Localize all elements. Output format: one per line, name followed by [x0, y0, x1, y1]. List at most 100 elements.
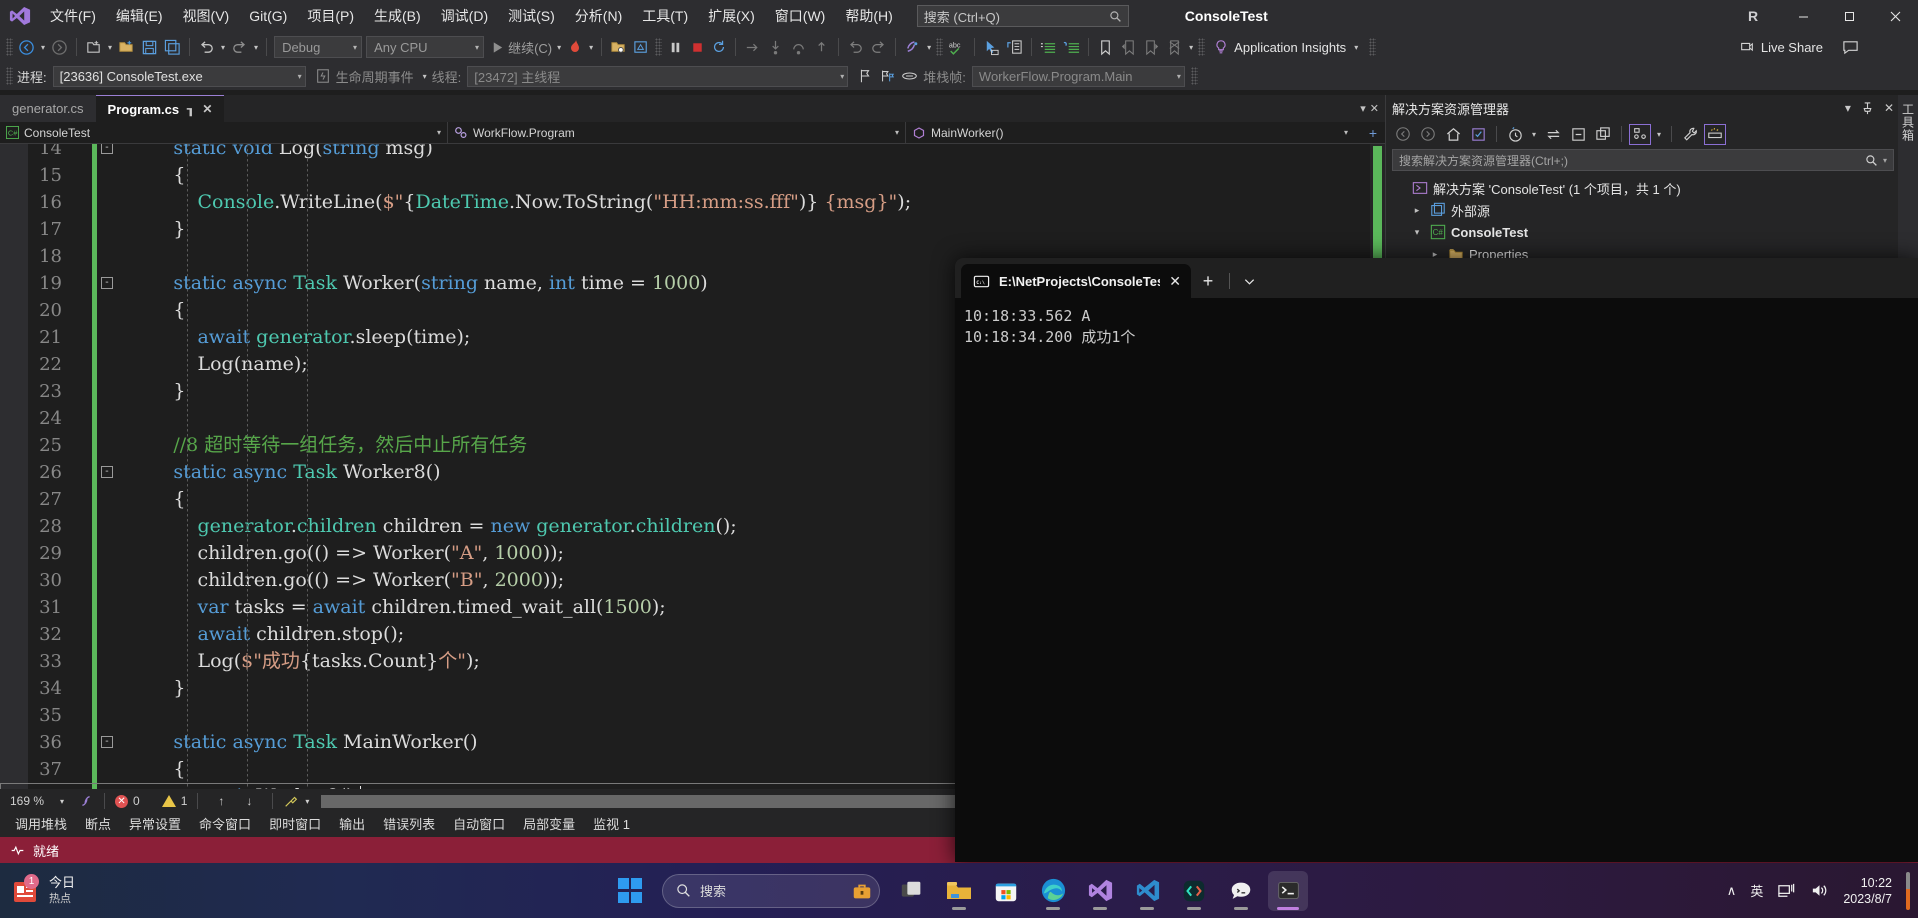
menu-edit[interactable]: 编辑(E) [106, 0, 173, 32]
continue-play-icon[interactable] [486, 35, 508, 59]
maximize-button[interactable] [1826, 0, 1872, 32]
chat-icon[interactable] [1221, 871, 1261, 911]
toolbar-grip-4[interactable] [1198, 38, 1206, 56]
collapse-region-icon[interactable]: - [101, 277, 113, 289]
previous-bookmark-icon[interactable] [1117, 35, 1140, 59]
feedback-icon[interactable] [1839, 35, 1862, 59]
code-text[interactable]: } [119, 216, 185, 243]
properties-wrench-icon[interactable] [1679, 124, 1701, 145]
code-text[interactable]: generator.children children = new genera… [119, 513, 736, 540]
code-text[interactable]: children.go(() => Worker("B", 2000)); [119, 567, 564, 594]
dock-tab-command-window[interactable]: 命令窗口 [190, 813, 260, 837]
menu-debug[interactable]: 调试(D) [431, 0, 498, 32]
intellicode-icon[interactable] [901, 35, 924, 59]
code-text[interactable]: children.go(() => Worker("A", 1000)); [119, 540, 563, 567]
intellicode-collapse[interactable]: ▾ [924, 43, 934, 52]
code-line[interactable]: 16 Console.WriteLine($"{DateTime.Now.ToS… [0, 189, 1385, 216]
close-panel-icon[interactable]: ✕ [1884, 101, 1894, 115]
glyph-margin[interactable] [72, 513, 92, 540]
menu-tools[interactable]: 工具(T) [632, 0, 698, 32]
uncomment-lines-icon[interactable] [1060, 35, 1083, 59]
breadcrumb-project[interactable]: C# ConsoleTest ▾ [0, 121, 448, 144]
step-over-icon[interactable] [787, 35, 810, 59]
volume-icon[interactable] [1810, 881, 1829, 900]
tray-expand-icon[interactable]: ∧ [1727, 883, 1737, 899]
spellcheck-icon[interactable]: abc [945, 35, 969, 59]
thread-select[interactable]: [23472] 主线程 ▾ [467, 65, 849, 87]
dock-tab-output[interactable]: 输出 [330, 813, 374, 837]
ime-indicator[interactable]: 英 [1750, 881, 1763, 900]
start-button[interactable] [610, 871, 650, 911]
widgets-button[interactable]: 1 今日 热点 [0, 873, 75, 908]
procbar-grip[interactable] [6, 67, 13, 85]
glyph-margin[interactable] [72, 162, 92, 189]
code-text[interactable]: static async Task Worker(string name, in… [119, 270, 707, 297]
menu-extensions[interactable]: 扩展(X) [698, 0, 765, 32]
sync-with-active-document-icon[interactable] [1542, 124, 1564, 145]
undo-nav-icon[interactable] [844, 35, 867, 59]
fold-margin[interactable] [97, 621, 119, 648]
expand-arrow-icon[interactable]: ▸ [1410, 205, 1424, 216]
application-insights-button[interactable]: Application Insights ▾ [1207, 35, 1367, 59]
show-next-statement-icon[interactable] [741, 35, 764, 59]
step-out-icon[interactable] [810, 35, 833, 59]
code-line[interactable]: 14 - static void Log(string msg) [0, 144, 1385, 162]
pin-tab-icon[interactable]: ┒ [187, 102, 194, 116]
glyph-margin[interactable] [72, 297, 92, 324]
flag-thread-icon[interactable] [854, 64, 876, 88]
nav-back-icon[interactable] [1392, 124, 1414, 145]
toolbar-grip-3[interactable] [936, 38, 944, 56]
fold-margin[interactable] [97, 432, 119, 459]
terminal-icon[interactable] [1268, 870, 1308, 911]
fold-margin[interactable] [97, 756, 119, 783]
panel-menu-icon[interactable]: ▾ [1845, 101, 1851, 115]
code-text[interactable]: await children.stop(); [119, 621, 404, 648]
show-flagged-icon[interactable] [876, 64, 898, 88]
lifecycle-events-icon[interactable] [312, 64, 334, 88]
menu-test[interactable]: 测试(S) [498, 0, 565, 32]
navigate-backward-icon[interactable] [15, 35, 38, 59]
code-text[interactable]: } [119, 675, 185, 702]
build-configuration-select[interactable]: Debug ▾ [274, 36, 363, 58]
dock-tab-locals[interactable]: 局部变量 [514, 813, 584, 837]
file-explorer-icon[interactable] [939, 871, 979, 911]
clock[interactable]: 10:22 2023/8/7 [1843, 875, 1892, 907]
glyph-margin[interactable] [72, 540, 92, 567]
bookmarks-collapse[interactable]: ▾ [1186, 43, 1196, 52]
stackframe-select[interactable]: WorkerFlow.Program.Main ▾ [971, 65, 1185, 87]
fold-margin[interactable] [97, 675, 119, 702]
expand-arrow-icon[interactable]: ▾ [1410, 227, 1424, 238]
continue-dropdown[interactable]: ▾ [554, 43, 564, 52]
code-cleanup-dropdown[interactable]: ▾ [301, 797, 309, 806]
git-changes-icon[interactable] [1704, 123, 1727, 145]
hot-reload-dropdown[interactable]: ▾ [586, 43, 596, 52]
terminal-dropdown-icon[interactable] [1234, 264, 1264, 298]
code-text[interactable]: var tasks = await children.timed_wait_al… [119, 594, 665, 621]
fold-margin[interactable] [97, 216, 119, 243]
glyph-margin[interactable] [72, 567, 92, 594]
nav-forward-icon[interactable] [1417, 124, 1439, 145]
taskbar-search-input[interactable]: 搜索 [662, 873, 880, 908]
code-cleanup-icon[interactable] [283, 793, 299, 809]
fold-margin[interactable]: - [97, 270, 119, 297]
add-split-view-icon[interactable]: + [1361, 125, 1385, 141]
next-bookmark-icon[interactable] [1140, 35, 1163, 59]
dock-tab-exception-settings[interactable]: 异常设置 [120, 813, 190, 837]
code-text[interactable]: //8 超时等待一组任务，然后中止所有任务 [119, 432, 527, 459]
code-text[interactable]: static async Task Worker8() [119, 459, 440, 486]
task-view-icon[interactable] [892, 871, 932, 911]
fold-margin[interactable] [97, 594, 119, 621]
visual-studio-icon[interactable] [1080, 871, 1120, 911]
code-text[interactable]: Log($"成功{tasks.Count}个"); [119, 648, 479, 675]
dock-tab-immediate-window[interactable]: 即时窗口 [260, 813, 330, 837]
collapse-all-icon[interactable] [1567, 124, 1589, 145]
step-into-icon[interactable] [764, 35, 787, 59]
solution-tree-item[interactable]: 解决方案 'ConsoleTest' (1 个项目，共 1 个) [1386, 177, 1900, 199]
menu-file[interactable]: 文件(F) [40, 0, 106, 32]
redo-dropdown[interactable]: ▾ [251, 43, 261, 52]
attach-process-icon[interactable] [607, 35, 630, 59]
code-text[interactable]: { [119, 756, 185, 783]
tab-generator-cs[interactable]: generator.cs [0, 95, 96, 122]
preview-selected-items-icon[interactable] [1629, 123, 1652, 145]
pending-changes-dropdown[interactable]: ▾ [1529, 130, 1539, 139]
